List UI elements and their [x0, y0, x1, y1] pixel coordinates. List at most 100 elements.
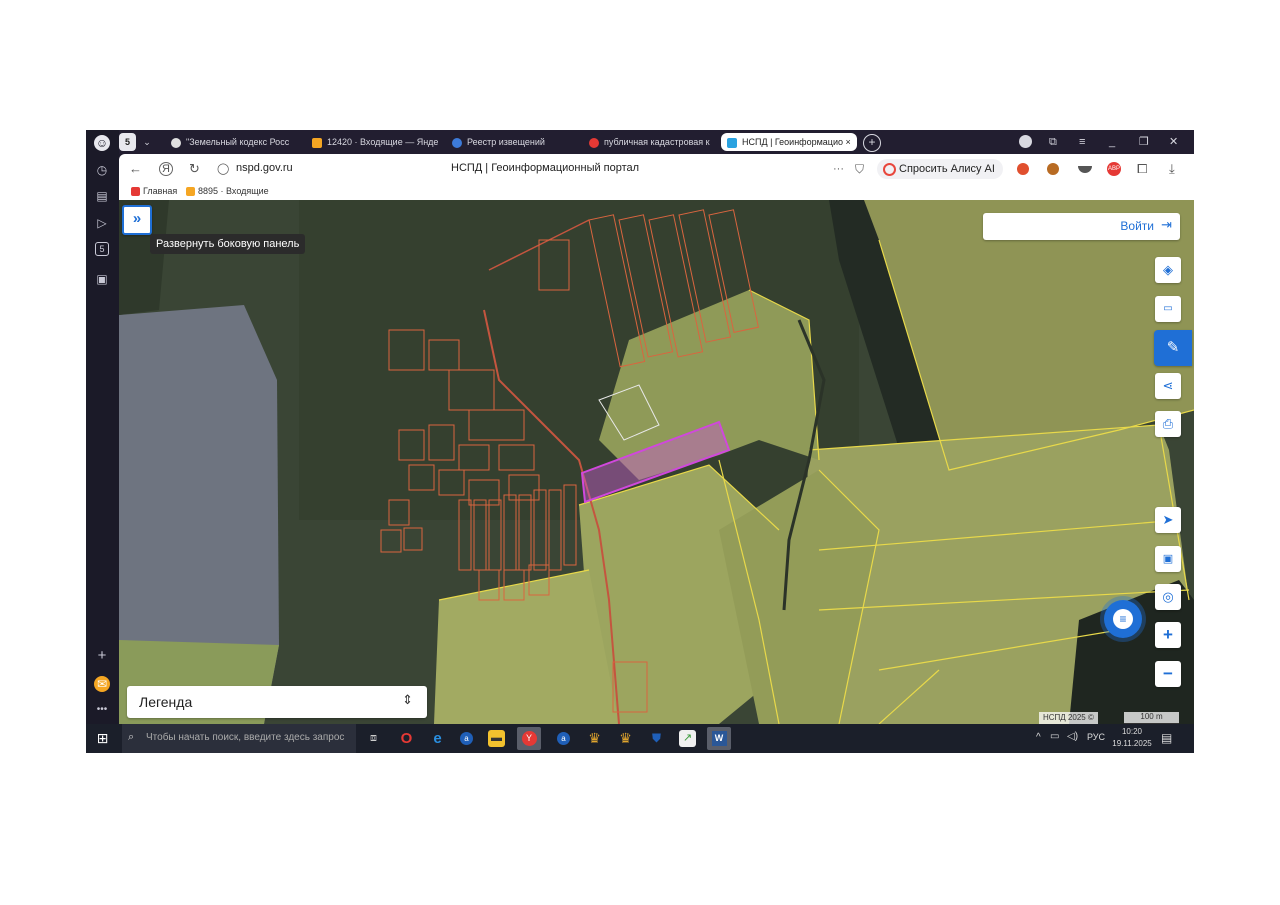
- add-panel-icon[interactable]: +: [94, 648, 110, 664]
- emblem-app-icon[interactable]: ♛: [586, 730, 603, 747]
- app-blue2-icon[interactable]: a: [557, 732, 570, 745]
- tab-favicon-icon: [589, 137, 599, 148]
- history-icon[interactable]: ◷: [94, 162, 110, 178]
- chart-app-icon[interactable]: ↗: [679, 730, 696, 747]
- network-icon[interactable]: ▭: [1050, 731, 1059, 742]
- map-scale: 100 m: [1124, 712, 1179, 724]
- notifications-icon[interactable]: ▤: [1161, 731, 1172, 745]
- url-text[interactable]: nspd.gov.ru: [236, 162, 293, 174]
- yandex-browser-icon: Y: [521, 730, 537, 746]
- word-taskbar[interactable]: W: [707, 727, 731, 750]
- extension-emblem-icon[interactable]: [1017, 163, 1029, 175]
- more-panel-icon[interactable]: •••: [94, 702, 110, 718]
- legend-panel[interactable]: Легенда ⇕: [127, 686, 427, 718]
- search-placeholder: Чтобы начать поиск, введите здесь запрос: [146, 732, 345, 743]
- alice-button[interactable]: Спросить Алису AI: [877, 159, 1003, 179]
- map-attribution: НСПД 2025 ©: [1039, 712, 1098, 724]
- extensions-puzzle-icon[interactable]: ⧠: [1137, 161, 1147, 177]
- adblock-icon[interactable]: ABP: [1107, 162, 1121, 176]
- shield-icon[interactable]: ◯: [217, 161, 229, 177]
- yandex-icon[interactable]: Я: [159, 162, 173, 176]
- legend-label: Легенда: [139, 694, 193, 710]
- login-panel[interactable]: Войти ⇥: [983, 213, 1180, 240]
- back-icon[interactable]: ←: [129, 161, 142, 177]
- tab-kadastr-map[interactable]: публичная кадастровая к: [589, 133, 714, 151]
- login-icon[interactable]: ⇥: [1161, 217, 1172, 233]
- clock-date: 19.11.2025: [1112, 739, 1152, 748]
- download-icon[interactable]: ⤓: [1169, 161, 1175, 177]
- more-actions-icon[interactable]: ···: [833, 161, 844, 177]
- opera-icon[interactable]: O: [398, 730, 415, 747]
- tab-zemelny-kodeks[interactable]: "Земельный кодекс Росс: [171, 133, 296, 151]
- browser-vertical-sidebar: ☺ ◷ ▤ ▷ 5 ▣ + ✉ •••: [86, 130, 119, 724]
- zoom-in-button[interactable]: +: [1155, 622, 1181, 648]
- collections-icon[interactable]: ⧉: [1049, 134, 1057, 150]
- edge-icon[interactable]: e: [429, 730, 446, 747]
- file-explorer-icon[interactable]: ▬: [488, 730, 505, 747]
- ruler-icon[interactable]: ▭: [1155, 296, 1181, 322]
- notes-icon[interactable]: ▤: [94, 188, 110, 204]
- tab-close-icon[interactable]: ×: [846, 137, 851, 147]
- bookmark-favicon-icon: [186, 187, 195, 197]
- bookmark-favicon-icon: [131, 187, 140, 197]
- bookmark-icon[interactable]: ⛉: [855, 161, 864, 177]
- window-close-icon[interactable]: ✕: [1169, 134, 1178, 150]
- tab-bar: 5 ⌄ "Земельный кодекс Росс 12420 · Входя…: [119, 130, 1194, 154]
- mail-panel-icon[interactable]: ✉: [94, 676, 110, 692]
- draw-tool-icon[interactable]: ✎: [1154, 330, 1192, 366]
- profile-icon[interactable]: [1019, 135, 1032, 148]
- screen: ☺ ◷ ▤ ▷ 5 ▣ + ✉ ••• 5 ⌄ "Земельный кодек…: [86, 130, 1194, 753]
- tab-list-chevron-icon[interactable]: ⌄: [140, 133, 154, 151]
- extension-emblem2-icon[interactable]: [1047, 163, 1059, 175]
- tray-chevron-icon[interactable]: ^: [1036, 732, 1041, 743]
- taskbar-search[interactable]: ⌕ Чтобы начать поиск, введите здесь запр…: [122, 724, 356, 753]
- satellite-map: [119, 200, 1194, 724]
- tab-reestr-izveshcheniy[interactable]: Реестр извещений: [452, 133, 580, 151]
- screenshot-icon[interactable]: ▣: [94, 271, 110, 287]
- minimap-icon[interactable]: ▣: [1155, 546, 1181, 572]
- task-view-icon[interactable]: ⧈: [365, 730, 382, 747]
- yandex-browser-taskbar[interactable]: Y: [517, 727, 541, 750]
- chat-button[interactable]: ≡: [1104, 600, 1142, 638]
- play-icon[interactable]: ▷: [94, 215, 110, 231]
- windows-start-icon[interactable]: ⊞: [94, 730, 111, 747]
- app-blue-icon[interactable]: a: [460, 732, 473, 745]
- menu-icon[interactable]: ≡: [1079, 134, 1085, 150]
- share-icon[interactable]: ⋖: [1155, 373, 1181, 399]
- expand-sidebar-tooltip: Развернуть боковую панель: [150, 234, 306, 254]
- clock-time: 10:20: [1121, 727, 1143, 736]
- tab-nspd-active[interactable]: НСПД | Геоинформацио ×: [721, 133, 857, 151]
- chat-icon: ≡: [1113, 609, 1133, 629]
- tab-favicon-icon: [452, 137, 462, 148]
- tab-favicon-icon: [727, 137, 737, 148]
- tab-mail-inbox[interactable]: 12420 · Входящие — Янде: [312, 133, 440, 151]
- bookmarks-bar: Главная 8895 · Входящие: [119, 184, 1194, 200]
- layers-icon[interactable]: ◈: [1155, 257, 1181, 283]
- print-icon[interactable]: ⎙: [1155, 411, 1181, 437]
- navigate-icon[interactable]: ➤: [1155, 507, 1181, 533]
- tab-favicon-icon: [312, 137, 322, 148]
- expand-sidebar-button[interactable]: »: [122, 205, 152, 235]
- reload-icon[interactable]: ↻: [189, 161, 200, 177]
- volume-icon[interactable]: ◁): [1067, 731, 1078, 742]
- windows-taskbar: ⊞ ⌕ Чтобы начать поиск, введите здесь за…: [86, 724, 1194, 753]
- geolocation-icon[interactable]: ◎: [1155, 584, 1181, 610]
- extension-pocket-icon[interactable]: [1078, 166, 1092, 173]
- clock[interactable]: 10:20 19.11.2025: [1112, 726, 1152, 750]
- word-icon: W: [711, 730, 727, 746]
- login-label[interactable]: Войти: [1120, 219, 1154, 233]
- s-app-icon[interactable]: 5: [95, 242, 109, 256]
- map-canvas[interactable]: » Развернуть боковую панель Войти ⇥ ◈ ▭ …: [119, 200, 1194, 724]
- bookmark-glavnaya[interactable]: Главная: [131, 186, 177, 197]
- tab-group-button[interactable]: 5: [119, 133, 136, 151]
- restore-icon[interactable]: ❐: [1139, 134, 1149, 150]
- legend-toggle-icon[interactable]: ⇕: [402, 692, 413, 708]
- zoom-out-button[interactable]: −: [1155, 661, 1181, 687]
- shield-app-icon[interactable]: ⛊: [648, 730, 665, 747]
- language-indicator[interactable]: РУС: [1087, 732, 1105, 742]
- new-tab-button[interactable]: +: [863, 134, 881, 152]
- emblem-app2-icon[interactable]: ♛: [617, 730, 634, 747]
- bookmark-inbox[interactable]: 8895 · Входящие: [186, 186, 269, 197]
- profile-avatar-icon[interactable]: ☺: [94, 135, 110, 151]
- minimize-icon[interactable]: _: [1109, 134, 1115, 150]
